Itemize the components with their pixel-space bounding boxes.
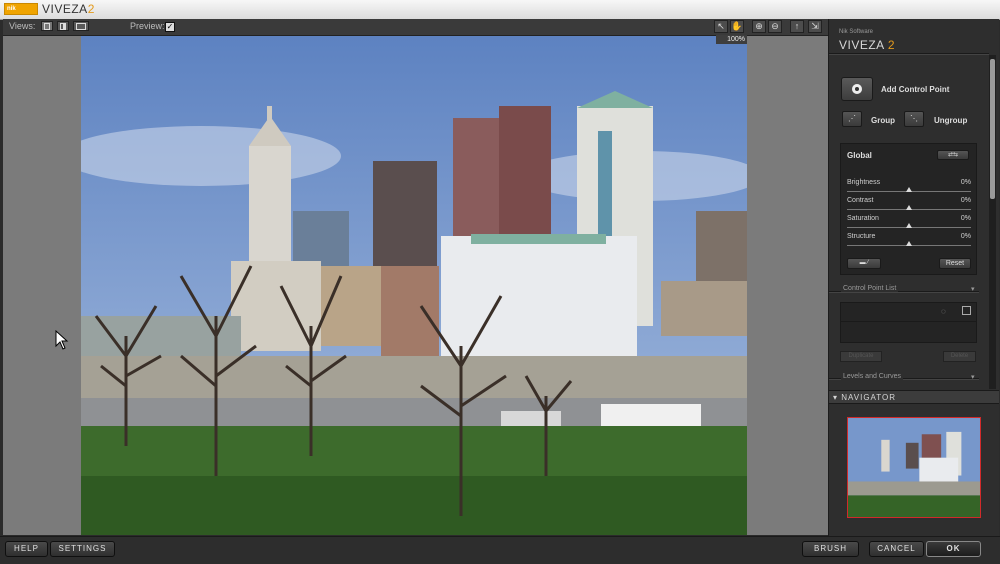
control-point-list-header[interactable]: Control Point List — [841, 285, 899, 292]
brand-company: Nik Software — [839, 29, 874, 35]
view-side-by-side-icon[interactable] — [73, 21, 89, 31]
collapse-arrow-icon[interactable]: ▾ — [971, 285, 975, 293]
view-split-icon[interactable] — [57, 21, 69, 31]
control-point-list[interactable]: ◌ — [840, 302, 977, 343]
global-options-icon[interactable]: ⇄⇆ — [937, 150, 969, 160]
contrast-thumb[interactable] — [906, 205, 912, 210]
pin-icon[interactable]: ↑ — [790, 20, 804, 33]
app-title: VIVEZA2 — [42, 2, 95, 16]
reset-button[interactable]: Reset — [939, 258, 971, 269]
group-label[interactable]: Group — [871, 116, 895, 125]
navigator-image — [848, 418, 980, 517]
ungroup-icon[interactable]: ⋱ — [904, 111, 924, 127]
app-title-version: 2 — [87, 2, 95, 16]
mouse-cursor-icon — [55, 330, 69, 350]
preview-label: Preview: — [130, 21, 165, 31]
add-control-point-button[interactable] — [841, 77, 873, 101]
delete-button[interactable]: Delete — [943, 351, 976, 362]
panel-scrollbar-thumb[interactable] — [990, 59, 995, 199]
brightness-thumb[interactable] — [906, 187, 912, 192]
divider — [829, 53, 989, 55]
control-panel: Nik Software VIVEZA 2 Add Control Point … — [828, 19, 999, 536]
structure-label: Structure — [847, 233, 876, 240]
navigator-header[interactable]: ▾ NAVIGATOR — [829, 390, 999, 404]
brand-name-text: VIVEZA — [839, 38, 885, 52]
navigator-title: NAVIGATOR — [841, 393, 897, 402]
brush-button[interactable]: BRUSH — [802, 541, 859, 557]
saturation-value: 0% — [960, 215, 971, 222]
help-button[interactable]: HELP — [5, 541, 48, 557]
pointer-icon[interactable]: ↖ — [714, 20, 728, 33]
views-label: Views: — [9, 21, 36, 31]
brightness-value: 0% — [960, 179, 971, 186]
saturation-thumb[interactable] — [906, 223, 912, 228]
city-skyline-photo — [81, 36, 747, 535]
group-icon[interactable]: ⋰ — [842, 111, 862, 127]
zoom-level-badge: 100% — [716, 35, 747, 44]
ungroup-label[interactable]: Ungroup — [934, 116, 967, 125]
logo-text: nik — [7, 6, 16, 12]
brand-name: VIVEZA 2 — [839, 38, 895, 52]
structure-value: 0% — [960, 233, 971, 240]
zoom-in-icon[interactable]: ⊕ — [752, 20, 766, 33]
show-hide-icon[interactable]: ▬ ⁄ — [847, 258, 881, 269]
control-point-icon — [852, 84, 862, 94]
image-toolbar: Views: Preview: ✓ ↖ ✋ ⊕ ⊖ ↑ ⇲ — [3, 19, 828, 36]
preview-image[interactable] — [81, 36, 747, 535]
contrast-value: 0% — [960, 197, 971, 204]
brand-version: 2 — [887, 38, 896, 52]
collapse-arrow-icon[interactable]: ▾ — [971, 373, 975, 381]
hand-icon[interactable]: ✋ — [730, 20, 744, 33]
zoom-out-icon[interactable]: ⊖ — [768, 20, 782, 33]
divider — [841, 321, 976, 322]
preview-checkbox[interactable]: ✓ — [165, 22, 175, 32]
global-title: Global — [847, 151, 872, 160]
levels-curves-header[interactable]: Levels and Curves — [841, 373, 903, 380]
duplicate-button[interactable]: Duplicate — [840, 351, 882, 362]
ok-button[interactable]: OK — [926, 541, 981, 557]
add-control-point-label: Add Control Point — [881, 85, 950, 94]
app-title-name: VIVEZA — [42, 2, 88, 16]
visibility-icon[interactable] — [962, 306, 971, 315]
contrast-label: Contrast — [847, 197, 874, 204]
structure-thumb[interactable] — [906, 241, 912, 246]
view-single-icon[interactable] — [41, 21, 53, 31]
window-title-bar: nik VIVEZA2 — [0, 0, 1000, 20]
cancel-button[interactable]: CANCEL — [869, 541, 924, 557]
collapse-arrow-icon[interactable]: ▾ — [833, 393, 841, 402]
saturation-label: Saturation — [847, 215, 879, 222]
global-adjustments: Global ⇄⇆ Brightness 0% Contrast 0% Satu… — [840, 143, 977, 275]
bottom-bar: HELP SETTINGS BRUSH CANCEL OK — [0, 536, 1000, 564]
navigator-thumbnail[interactable] — [847, 417, 981, 518]
fit-icon[interactable]: ⇲ — [808, 20, 822, 33]
brightness-label: Brightness — [847, 179, 881, 186]
nik-logo: nik — [4, 3, 38, 15]
settings-button[interactable]: SETTINGS — [50, 541, 115, 557]
select-icon[interactable]: ◌ — [941, 307, 946, 316]
